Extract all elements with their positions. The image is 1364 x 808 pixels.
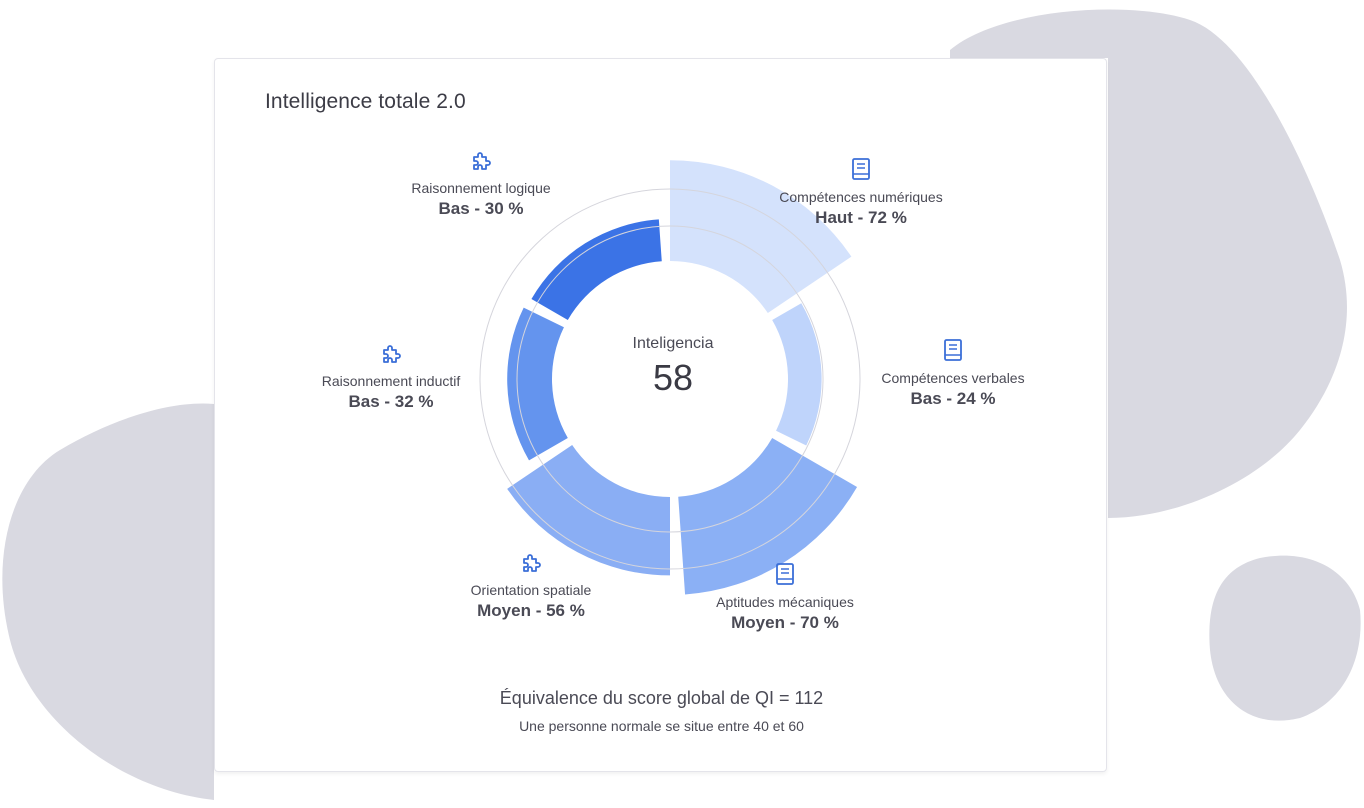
puzzle-icon xyxy=(383,345,401,363)
book-icon xyxy=(776,563,794,585)
puzzle-icon xyxy=(473,152,491,170)
background-blob-left xyxy=(2,403,214,800)
category-aptitudes-mecaniques: Aptitudes mécaniques Moyen - 70 % xyxy=(675,561,895,635)
page: Intelligence totale 2.0 Inteligencia 58 … xyxy=(0,0,1364,808)
iq-equivalence: Équivalence du score global de QI = 112 xyxy=(499,688,824,708)
category-name: Compétences numériques xyxy=(779,189,943,205)
category-value: Bas - 30 % xyxy=(438,199,524,218)
category-raisonnement-inductif: Raisonnement inductif Bas - 32 % xyxy=(281,340,501,414)
center-value: 58 xyxy=(652,357,694,398)
center-label: Inteligencia xyxy=(632,335,714,352)
category-competences-numeriques: Compétences numériques Haut - 72 % xyxy=(751,156,971,230)
radial-bar-3 xyxy=(772,303,822,446)
category-value: Bas - 24 % xyxy=(910,389,996,408)
radial-bar-6 xyxy=(507,307,568,461)
category-name: Aptitudes mécaniques xyxy=(716,594,854,610)
category-raisonnement-logique: Raisonnement logique Bas - 30 % xyxy=(371,147,591,221)
category-value: Haut - 72 % xyxy=(815,208,907,227)
normal-range-note: Une personne normale se situe entre 40 e… xyxy=(519,718,804,734)
category-competences-verbales: Compétences verbales Bas - 24 % xyxy=(843,337,1063,411)
result-card: Intelligence totale 2.0 Inteligencia 58 … xyxy=(214,58,1107,772)
category-value: Moyen - 70 % xyxy=(731,613,839,632)
radial-bar-1 xyxy=(531,219,662,320)
category-name: Compétences verbales xyxy=(881,370,1025,386)
category-value: Moyen - 56 % xyxy=(477,601,585,620)
category-name: Orientation spatiale xyxy=(470,582,592,598)
puzzle-icon xyxy=(523,554,541,572)
book-icon xyxy=(944,339,962,361)
book-icon xyxy=(852,158,870,180)
background-blob-small xyxy=(1209,555,1361,721)
category-orientation-spatiale: Orientation spatiale Moyen - 56 % xyxy=(421,549,641,623)
category-value: Bas - 32 % xyxy=(348,392,434,411)
category-name: Raisonnement logique xyxy=(411,180,551,196)
radial-chart xyxy=(479,160,861,595)
category-name: Raisonnement inductif xyxy=(321,373,461,389)
